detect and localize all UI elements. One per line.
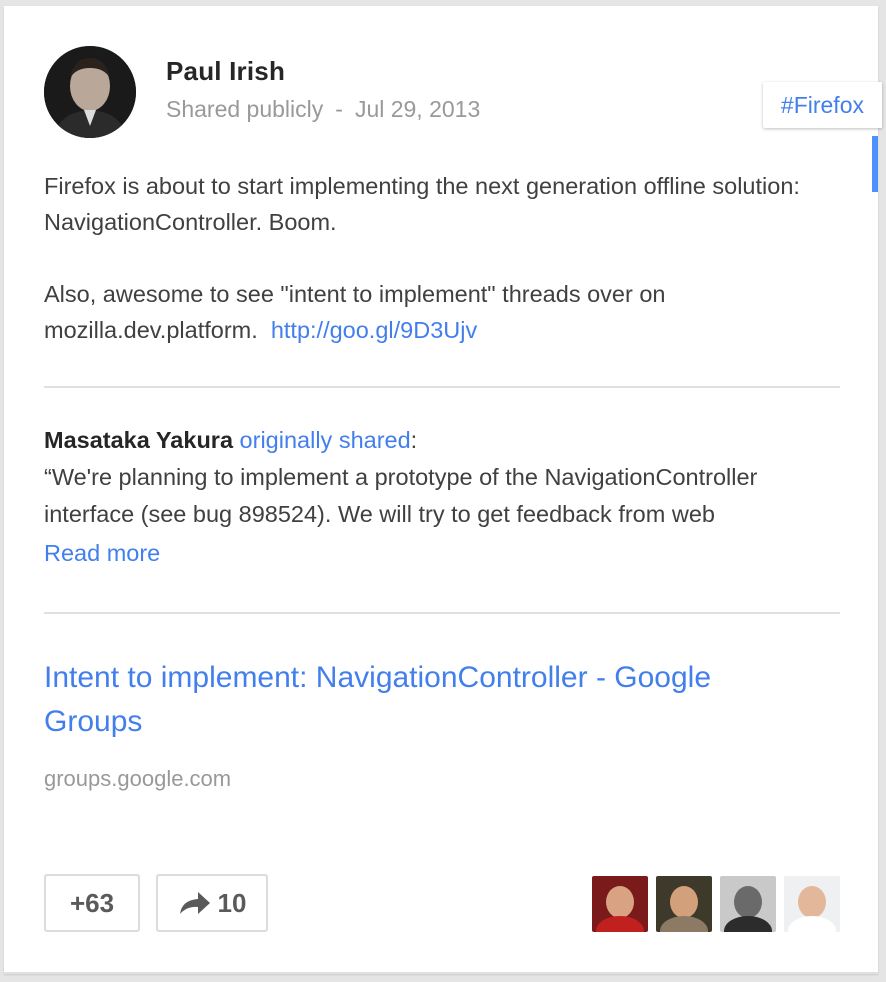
original-author[interactable]: Masataka Yakura <box>44 427 233 453</box>
avatar-bw-photo[interactable] <box>720 876 776 932</box>
card-bottom-border <box>4 972 878 974</box>
author-name[interactable]: Paul Irish <box>166 56 285 87</box>
link-preview-domain: groups.google.com <box>44 766 232 791</box>
post-link[interactable]: http://goo.gl/9D3Ujv <box>271 317 477 343</box>
share-button[interactable]: 10 <box>156 874 268 932</box>
plus-one-button[interactable]: +63 <box>44 874 140 932</box>
divider-top <box>44 386 840 388</box>
plusers-list <box>592 876 840 932</box>
plus-one-count: +63 <box>69 887 115 918</box>
visibility-label[interactable]: Shared publicly <box>166 96 323 122</box>
avatar-body-2 <box>660 916 708 932</box>
avatar-body-1 <box>596 916 644 932</box>
avatar-red-shirt[interactable] <box>592 876 648 932</box>
post-paragraph-2: Also, awesome to see "intent to implemen… <box>44 276 844 348</box>
read-more-link[interactable]: Read more <box>44 540 160 567</box>
reshare-colon: : <box>410 427 418 453</box>
post-meta: Shared publicly - Jul 29, 2013 <box>166 96 480 123</box>
avatar-body-3 <box>724 916 772 932</box>
scroll-indicator <box>872 136 878 192</box>
avatar-face-2 <box>670 886 698 918</box>
reshare-header: Masataka Yakura originally shared: <box>44 422 844 459</box>
post-date[interactable]: Jul 29, 2013 <box>355 96 480 122</box>
meta-separator: - <box>335 96 343 122</box>
reshare-block: Masataka Yakura originally shared: “We'r… <box>44 422 844 533</box>
avatar-body-4 <box>788 916 836 932</box>
share-arrow-icon <box>179 892 210 914</box>
post-card: Paul Irish Shared publicly - Jul 29, 2013 … <box>4 6 882 974</box>
link-preview-title[interactable]: Intent to implement: NavigationControlle… <box>44 656 804 744</box>
reshare-quote: “We're planning to implement a prototype… <box>44 464 758 527</box>
avatar-face-3 <box>734 886 762 918</box>
author-avatar-image <box>44 46 136 138</box>
post-body: Firefox is about to start implementing t… <box>44 168 844 348</box>
post-paragraph-1: Firefox is about to start implementing t… <box>44 173 800 235</box>
hashtag-chip[interactable]: #Firefox <box>762 82 882 128</box>
author-avatar[interactable] <box>44 46 136 138</box>
avatar-face-4 <box>798 886 826 918</box>
share-count: 10 <box>217 887 247 918</box>
avatar-light-shirt[interactable] <box>784 876 840 932</box>
divider-bottom <box>44 612 840 614</box>
avatar-curly-hair[interactable] <box>656 876 712 932</box>
avatar-face-1 <box>606 886 634 918</box>
originally-shared-link[interactable]: originally shared <box>240 427 411 453</box>
